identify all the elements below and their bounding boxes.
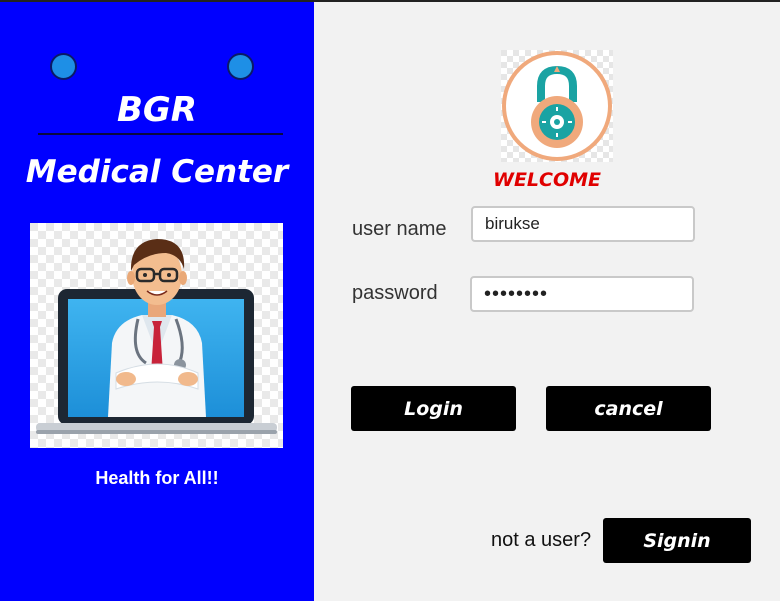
login-button[interactable]: Login (351, 386, 516, 431)
left-dot-icon (50, 53, 77, 80)
brand-sidebar: BGR Medical Center Health for All!! (0, 2, 314, 601)
password-field[interactable] (470, 276, 694, 312)
signin-button[interactable]: Signin (603, 518, 751, 563)
brand-divider (38, 133, 283, 135)
doctor-illustration (30, 223, 283, 448)
password-label: password (352, 282, 438, 304)
doctor-on-laptop-icon (30, 223, 283, 448)
username-field[interactable] (471, 206, 695, 242)
brand-title: BGR (116, 90, 197, 130)
login-image (501, 50, 613, 162)
padlock-icon (501, 50, 613, 162)
cancel-button[interactable]: cancel (546, 386, 711, 431)
not-a-user-text: not a user? (491, 529, 592, 551)
right-dot-icon (227, 53, 254, 80)
tagline: Health for All!! (95, 468, 219, 488)
brand-subtitle: Medical Center (25, 154, 289, 190)
username-label: user name (352, 218, 447, 240)
welcome-heading: WELCOME (492, 169, 602, 191)
